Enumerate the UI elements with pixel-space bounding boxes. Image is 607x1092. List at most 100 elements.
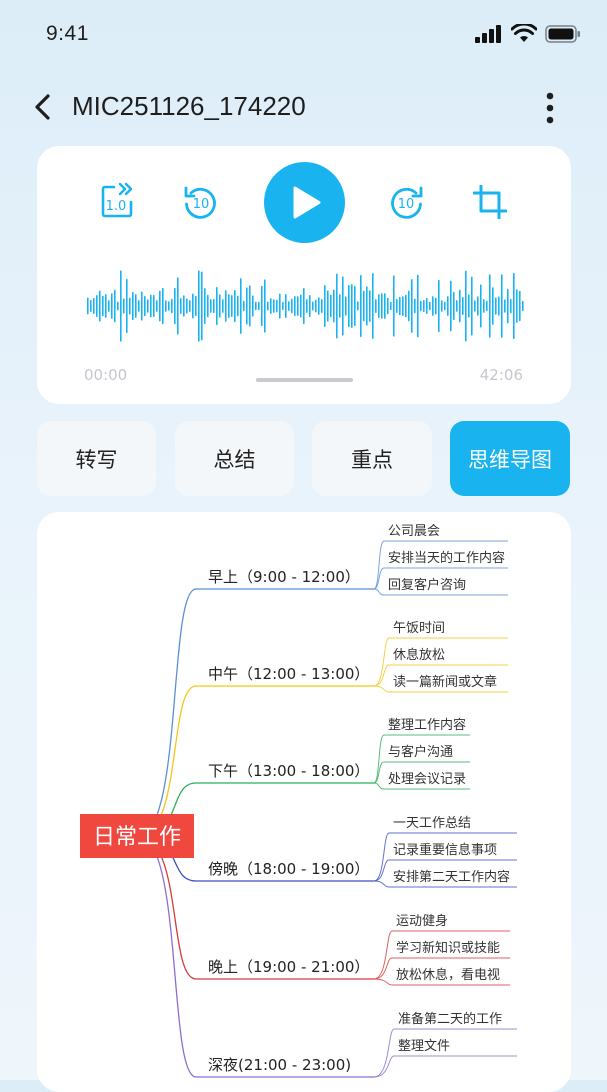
waveform-bar (498, 296, 500, 316)
drag-handle[interactable] (256, 378, 353, 382)
waveform-bar (279, 293, 281, 319)
waveform-bar (207, 294, 209, 318)
leaf-label: 公司晨会 (388, 524, 440, 539)
waveform-bar (102, 295, 104, 317)
waveform-bar (399, 296, 401, 316)
waveform-bar (318, 297, 320, 315)
waveform-bar (258, 301, 260, 311)
waveform-bar (168, 301, 170, 311)
waveform-bar (201, 271, 203, 341)
waveform-bar (477, 296, 479, 316)
play-button[interactable] (264, 162, 345, 243)
waveform-bar (186, 298, 188, 314)
waveform-bar (480, 284, 482, 328)
waveform-bar (393, 275, 395, 337)
waveform-bar (237, 295, 239, 317)
tab-summary[interactable]: 总结 (175, 421, 294, 496)
waveform-bar (183, 295, 185, 317)
waveform-bar (306, 299, 308, 313)
leaf-label: 休息放松 (393, 647, 445, 663)
branch-label: 晚上（19:00 - 21:00） (208, 958, 369, 976)
tab-key-points[interactable]: 重点 (312, 421, 432, 496)
waveform-bar (495, 297, 497, 315)
waveform-bar (159, 290, 161, 322)
back-arrow-icon[interactable] (30, 92, 56, 122)
mind-map-root: 日常工作 (80, 814, 194, 858)
waveform-bar (90, 300, 92, 312)
waveform-bar (465, 270, 467, 342)
mind-map-card: 早上（9:00 - 12:00） 公司晨会 安排当天的工作内容 回复客户咨询 中午（12… (37, 512, 571, 1092)
leaf-connector (373, 567, 385, 590)
waveform-bar (309, 294, 311, 318)
forward-10-button[interactable]: 10 (389, 184, 425, 220)
tab-transcript[interactable]: 转写 (37, 421, 156, 496)
waveform-bar (141, 291, 143, 321)
waveform-bar (294, 295, 296, 317)
waveform-bar (501, 274, 503, 338)
waveform-bar (300, 294, 302, 318)
leaf-label: 处理会议记录 (388, 772, 466, 787)
waveform-bar (189, 300, 191, 312)
waveform-bar (378, 294, 380, 318)
waveform-bar (114, 289, 116, 323)
more-options-icon[interactable] (538, 90, 562, 126)
crop-button[interactable] (473, 185, 507, 219)
waveform-bar (486, 300, 488, 312)
leaf-label: 回复客户咨询 (388, 577, 466, 593)
leaf-connector (373, 588, 385, 596)
rewind-10-button[interactable]: 10 (182, 184, 218, 220)
waveform-bar (519, 290, 521, 322)
waveform-bar (444, 301, 446, 311)
waveform-bar (246, 287, 248, 325)
waveform-bar (405, 294, 407, 318)
waveform-bar (204, 287, 206, 325)
branch-label: 中午（12:00 - 13:00） (208, 665, 369, 683)
waveform-bar (165, 300, 167, 312)
current-time: 00:00 (84, 366, 128, 384)
waveform-bar (351, 284, 353, 328)
waveform-bar (354, 285, 356, 327)
audio-waveform[interactable] (85, 270, 525, 342)
status-time: 9:41 (46, 22, 89, 45)
leaf-connector (373, 685, 390, 693)
leaf-connector (373, 880, 390, 888)
waveform-bar (177, 277, 179, 335)
waveform-bar (369, 290, 371, 322)
waveform-bar (447, 296, 449, 316)
status-icons (475, 24, 581, 43)
waveform-bar (288, 301, 290, 311)
waveform-bar (516, 289, 518, 323)
waveform-bar (273, 299, 275, 313)
waveform-bar (120, 270, 122, 342)
waveform-bar (231, 295, 233, 317)
waveform-bar (390, 301, 392, 311)
waveform-bar (219, 294, 221, 318)
total-time: 42:06 (479, 366, 523, 384)
waveform-bar (108, 300, 110, 312)
waveform-bar (156, 300, 158, 312)
waveform-bar (180, 298, 182, 314)
waveform-bar (507, 288, 509, 324)
waveform-bar (456, 300, 458, 312)
waveform-bar (225, 290, 227, 322)
waveform-bar (147, 299, 149, 313)
waveform-bar (297, 296, 299, 316)
waveform-bar (471, 276, 473, 336)
waveform-bar (423, 299, 425, 313)
branch-label: 早上（9:00 - 12:00） (208, 568, 360, 586)
leaf-connector (373, 978, 393, 986)
waveform-bar (153, 294, 155, 318)
recording-title: MIC251126_174220 (72, 91, 306, 121)
leaf-label: 整理工作内容 (388, 717, 466, 733)
leaf-label: 记录重要信息事项 (393, 842, 497, 858)
tab-mind-map[interactable]: 思维导图 (450, 421, 570, 496)
waveform-bar (270, 298, 272, 314)
playback-speed-button[interactable]: 1.0 (101, 182, 135, 218)
waveform-bar (174, 287, 176, 325)
waveform-bar (342, 276, 344, 336)
leaf-label: 安排第二天工作内容 (393, 869, 510, 885)
rewind-seconds-label: 10 (193, 197, 210, 212)
waveform-bar (129, 297, 131, 315)
waveform-bar (213, 298, 215, 314)
waveform-bar (450, 280, 452, 332)
